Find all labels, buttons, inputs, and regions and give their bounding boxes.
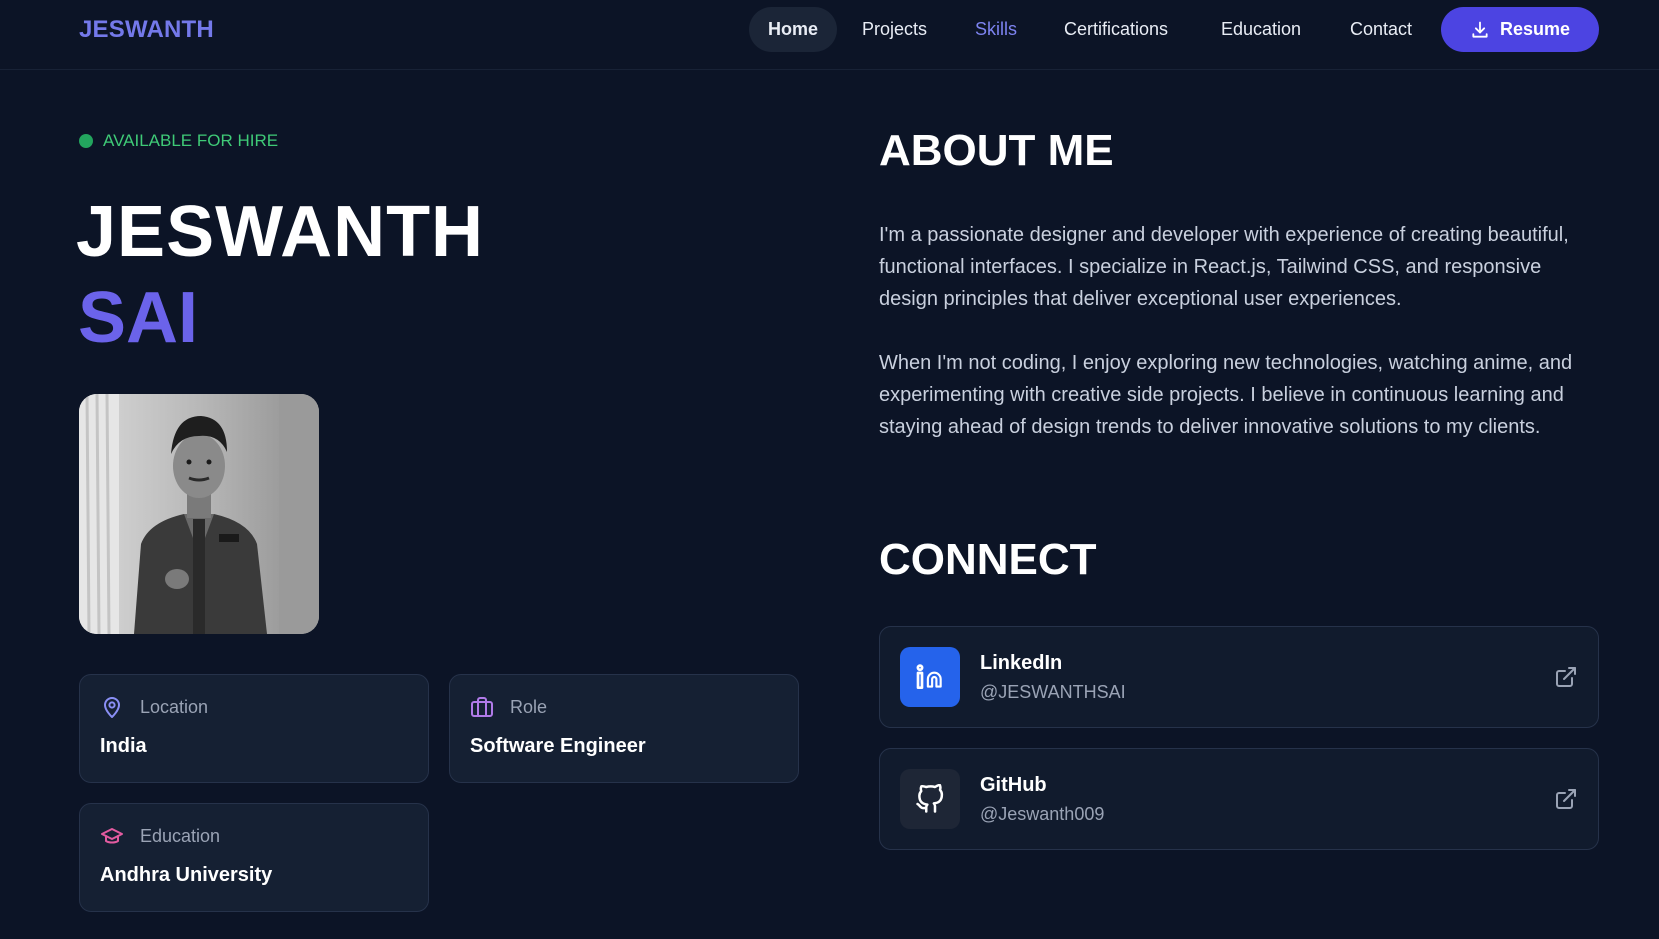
linkedin-icon (900, 647, 960, 707)
availability-status: AVAILABLE FOR HIRE (79, 131, 278, 151)
hero-last-name: SAI (78, 278, 199, 358)
nav-link-education[interactable]: Education (1202, 7, 1320, 52)
graduation-cap-icon (101, 828, 123, 844)
education-value: Andhra University (100, 864, 273, 886)
github-title: GitHub (980, 774, 1047, 796)
download-icon (1472, 21, 1488, 38)
info-card-education: Education Andhra University (79, 803, 429, 912)
availability-text: AVAILABLE FOR HIRE (103, 131, 279, 150)
site-logo[interactable]: JESWANTH (79, 16, 214, 44)
info-card-role: Role Software Engineer (449, 674, 799, 783)
connect-title: CONNECT (879, 535, 1097, 584)
linkedin-link-card[interactable]: LinkedIn @JESWANTHSAI (879, 626, 1599, 728)
info-card-location: Location India (79, 674, 429, 783)
profile-photo (79, 394, 319, 634)
top-navbar: JESWANTH Home Projects Skills Certificat… (0, 0, 1659, 70)
nav-link-contact[interactable]: Contact (1331, 7, 1431, 52)
map-pin-icon (104, 697, 120, 718)
location-label: Location (140, 697, 209, 717)
nav-link-certifications[interactable]: Certifications (1045, 7, 1187, 52)
linkedin-title: LinkedIn (980, 652, 1063, 674)
linkedin-handle: @JESWANTHSAI (980, 682, 1126, 702)
about-paragraph-2: When I'm not coding, I enjoy exploring n… (879, 352, 1573, 438)
nav-link-projects[interactable]: Projects (843, 7, 946, 52)
hero-first-name: JESWANTH (76, 192, 485, 272)
github-link-card[interactable]: GitHub @Jeswanth009 (879, 748, 1599, 850)
external-link-icon[interactable] (1554, 787, 1578, 811)
resume-label: Resume (1499, 19, 1571, 39)
github-icon (900, 769, 960, 829)
external-link-icon[interactable] (1554, 665, 1578, 689)
role-label: Role (510, 697, 548, 717)
nav-link-skills[interactable]: Skills (956, 7, 1036, 52)
github-handle: @Jeswanth009 (980, 804, 1105, 824)
about-title: ABOUT ME (879, 126, 1114, 175)
status-dot-icon (79, 134, 93, 148)
location-value: India (100, 735, 147, 757)
education-label: Education (140, 826, 221, 846)
role-value: Software Engineer (470, 735, 646, 757)
resume-download-button[interactable]: Resume (1441, 7, 1599, 52)
about-paragraph-1: I'm a passionate designer and developer … (879, 224, 1569, 310)
nav-link-home[interactable]: Home (749, 7, 838, 52)
briefcase-icon (471, 697, 493, 717)
